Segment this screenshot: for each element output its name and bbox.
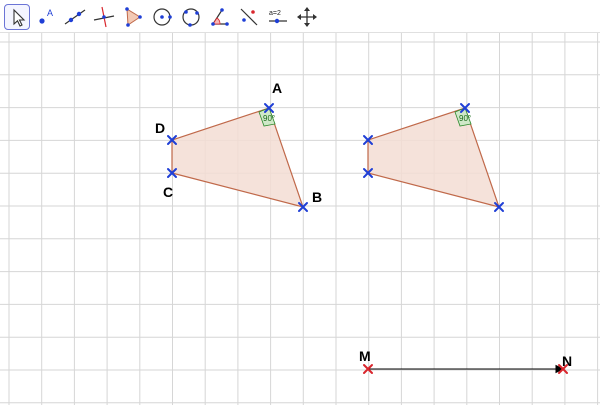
circle-tool-button[interactable] (149, 4, 175, 30)
graphics-view-svg[interactable]: 90° 90° A B C D M N (0, 33, 600, 405)
polygon-icon (125, 7, 142, 27)
point-d-label: D (155, 120, 165, 136)
reflect-tool-button[interactable] (236, 4, 262, 30)
graphics-view[interactable]: 90° 90° A B C D M N (0, 33, 600, 405)
point-m-label: M (359, 348, 371, 364)
polygon-tool-button[interactable] (120, 4, 146, 30)
move-graphics-view-tool-button[interactable] (294, 4, 320, 30)
quadrilateral-image[interactable]: 90° (367, 107, 500, 208)
perpendicular-line-tool-button[interactable] (91, 4, 117, 30)
slider-icon: a=2 (269, 10, 287, 24)
point-tool-button[interactable]: A (33, 4, 59, 30)
reflect-icon (240, 8, 258, 26)
toolbar: A a=2 (0, 0, 600, 33)
angle-label: 90° (263, 114, 275, 123)
cursor-arrow-icon (13, 8, 26, 27)
point-tool-label: A (47, 8, 53, 18)
slider-tool-label: a=2 (269, 10, 281, 17)
point-c-label: C (163, 184, 173, 200)
circle-icon (153, 8, 172, 26)
angle-tool-button[interactable] (207, 4, 233, 30)
perpendicular-line-icon (93, 6, 115, 28)
move-tool-button[interactable] (4, 4, 30, 30)
grid (0, 33, 600, 405)
point-icon: A (39, 8, 53, 24)
point-b-label: B (312, 189, 322, 205)
circle-three-points-tool-button[interactable] (178, 4, 204, 30)
line-icon (64, 9, 86, 25)
point-n-label: N (562, 353, 572, 369)
line-tool-button[interactable] (62, 4, 88, 30)
point-a-label: A (272, 80, 282, 96)
angle-label-image: 90° (459, 114, 471, 123)
angle-icon (211, 8, 229, 26)
move-arrows-icon (297, 7, 317, 27)
circle-three-points-icon (182, 8, 200, 27)
slider-tool-button[interactable]: a=2 (265, 4, 291, 30)
